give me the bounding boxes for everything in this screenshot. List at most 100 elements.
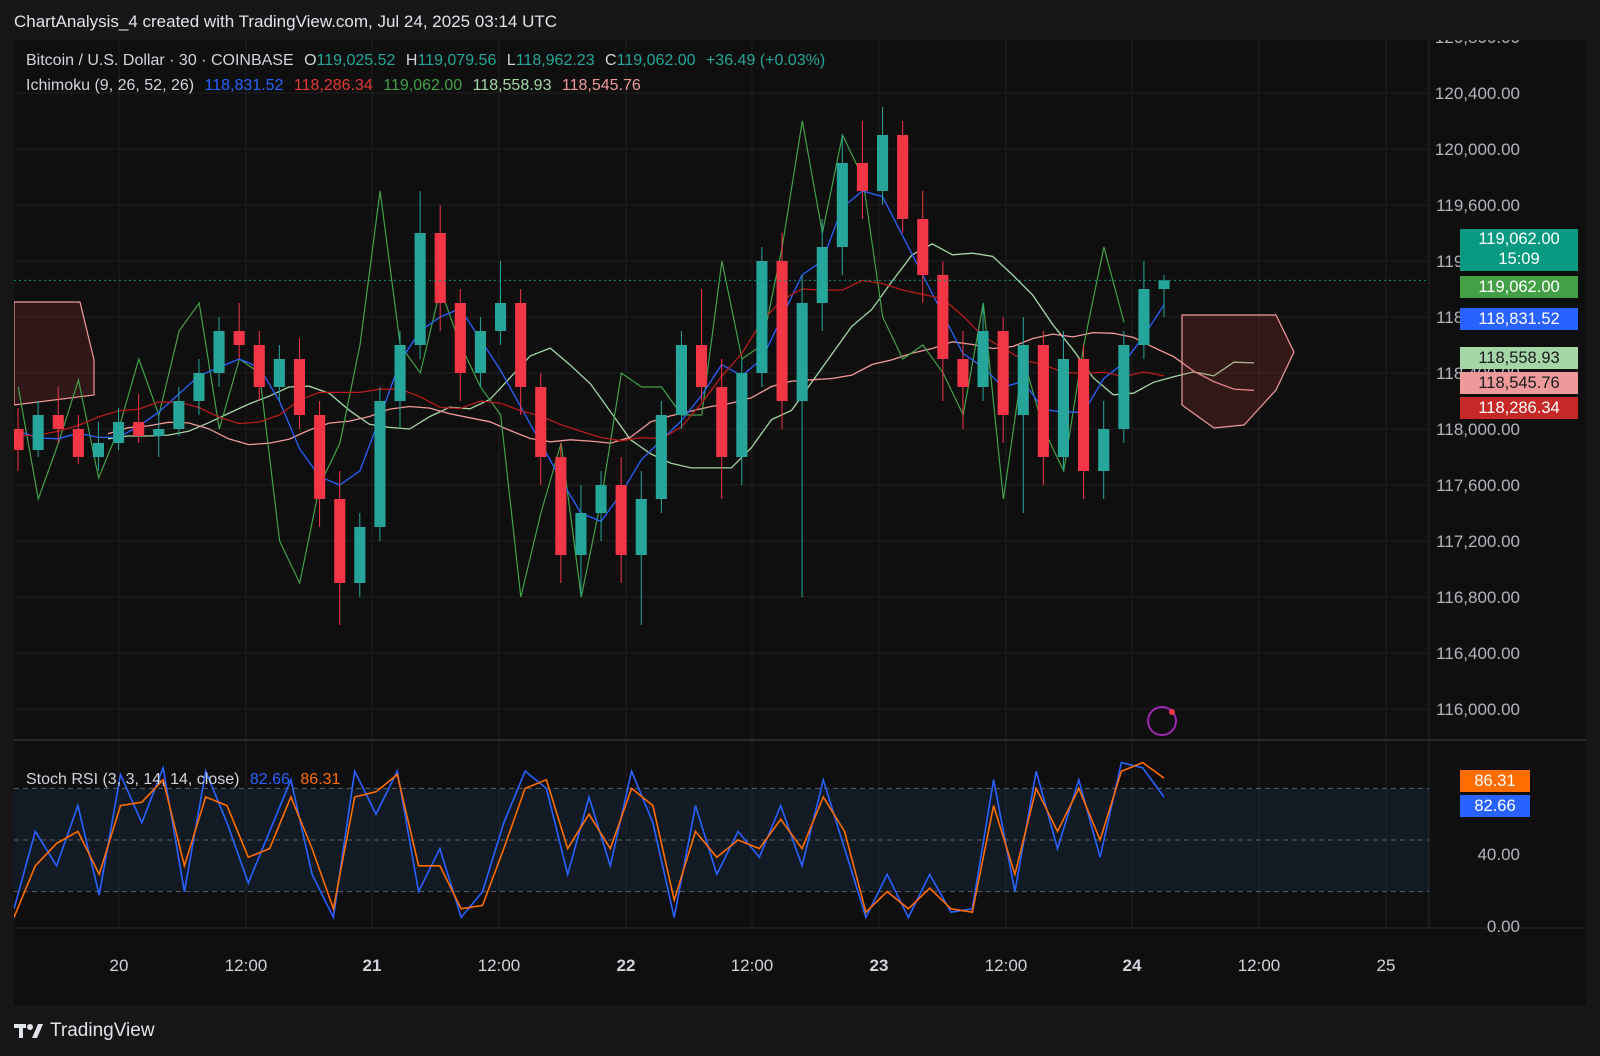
candle-body <box>394 345 406 401</box>
low-label: L <box>506 52 516 69</box>
tenkan-price-label: 118,831.52 <box>1460 308 1578 330</box>
y-tick-label: 117,600.00 <box>1436 476 1520 495</box>
x-tick-label: 24 <box>1123 956 1142 975</box>
kijun-value: 118,286.34 <box>293 77 373 94</box>
ichimoku-kijun <box>17 279 1165 442</box>
candle-body <box>434 233 446 303</box>
candle-body <box>856 163 868 191</box>
candle-body <box>1158 280 1170 289</box>
stoch-legend[interactable]: Stoch RSI (3, 3, 14, 14, close) 82.66 86… <box>26 771 346 789</box>
candle-body <box>575 513 587 555</box>
candle-body <box>696 345 708 387</box>
candle-body <box>113 422 125 443</box>
candle-body <box>12 429 24 450</box>
alert-dot-icon <box>1169 709 1175 715</box>
spanA-price-label: 118,558.93 <box>1460 347 1578 369</box>
candle-body <box>595 485 607 513</box>
candle-body <box>555 457 567 555</box>
x-tick-label: 20 <box>110 956 129 975</box>
spanB-value: 118,545.76 <box>561 77 641 94</box>
change-value: +36.49 (+0.03%) <box>705 52 826 69</box>
candle-body <box>515 303 527 387</box>
candle-body <box>414 233 426 345</box>
candle-body <box>635 499 647 555</box>
open-label: O <box>304 52 317 69</box>
x-tick-label: 22 <box>617 956 636 975</box>
past-cloud <box>13 301 95 406</box>
footer-brand[interactable]: TradingView <box>14 1020 155 1042</box>
candle-body <box>374 401 386 527</box>
candle-body <box>273 359 285 387</box>
ichimoku-tenkan <box>17 190 1165 523</box>
candle-body <box>816 247 828 303</box>
candle-body <box>32 415 44 450</box>
y-tick-label: 116,800.00 <box>1436 588 1520 607</box>
y-tick-label: 120,800.00 <box>1435 40 1520 47</box>
y-tick-label: 117,200.00 <box>1436 532 1520 551</box>
low-value: 118,962.23 <box>515 52 595 69</box>
countdown-text: 15:09 <box>1498 250 1540 268</box>
candle-body <box>133 422 145 436</box>
stoch-k-label: 82.66 <box>1460 795 1530 817</box>
candle-body <box>836 163 848 247</box>
candle-body <box>736 373 748 457</box>
candle-body <box>72 429 84 457</box>
price-chart-svg[interactable]: 120,800.00 120,400.00 120,000.00 119,600.00… <box>12 28 1586 1005</box>
future-cloud <box>1181 314 1295 429</box>
symbol-legend[interactable]: Bitcoin / U.S. Dollar · 30 · COINBASE O1… <box>26 52 831 70</box>
open-value: 119,025.52 <box>316 52 396 69</box>
stoch-k-value: 82.66 <box>249 771 290 788</box>
candle-body <box>957 359 969 387</box>
tenkan-value: 118,831.52 <box>204 77 284 94</box>
candle-body <box>655 415 667 499</box>
candle-body <box>997 331 1009 415</box>
high-value: 119,079.56 <box>417 52 497 69</box>
candle-body <box>213 331 225 373</box>
candle-body <box>897 135 909 219</box>
chikou-price-label: 119,062.00 <box>1460 276 1578 298</box>
candle-body <box>454 303 466 373</box>
candle-body <box>153 429 165 436</box>
y-tick-label: 116,400.00 <box>1436 644 1520 663</box>
candle-body <box>1037 345 1049 457</box>
candle-body <box>1118 345 1130 429</box>
high-label: H <box>405 52 418 69</box>
candle-body <box>495 303 507 331</box>
candle-body <box>877 135 889 191</box>
y-tick-label: 120,000.00 <box>1435 140 1520 159</box>
x-tick-label: 25 <box>1377 956 1396 975</box>
candle-body <box>535 387 547 457</box>
candle-body <box>1057 359 1069 457</box>
kijun-price-label: 118,286.34 <box>1460 397 1578 419</box>
symbol-name: Bitcoin / U.S. Dollar · 30 · COINBASE <box>26 52 294 69</box>
spanB-price-label: 118,545.76 <box>1460 372 1578 394</box>
x-tick-label: 12:00 <box>985 956 1028 975</box>
ichimoku-legend[interactable]: Ichimoku (9, 26, 52, 26) 118,831.52 118,… <box>26 77 647 95</box>
stoch-band-fill <box>14 788 1429 892</box>
x-tick-label: 23 <box>870 956 889 975</box>
stoch-d-label: 86.31 <box>1460 770 1530 792</box>
header-bar: ChartAnalysis_4 created with TradingView… <box>0 0 1600 40</box>
candle-body <box>675 345 687 415</box>
candle-body <box>293 359 305 415</box>
candle-body <box>474 331 486 373</box>
last-price-text: 119,062.00 <box>1478 230 1560 248</box>
candle-body <box>796 303 808 401</box>
header-title: ChartAnalysis_4 created with TradingView… <box>14 12 558 31</box>
x-tick-label: 12:00 <box>1238 956 1281 975</box>
candle-body <box>1138 289 1150 345</box>
y-tick-label: 120,400.00 <box>1435 84 1520 103</box>
candle-body <box>92 443 104 457</box>
candle-body <box>776 261 788 401</box>
close-value: 119,062.00 <box>616 52 696 69</box>
close-label: C <box>605 52 617 69</box>
spanA-value: 118,558.93 <box>472 77 552 94</box>
candle-body <box>193 373 205 401</box>
y-tick-label: 119,600.00 <box>1436 196 1520 215</box>
x-tick-label: 12:00 <box>478 956 521 975</box>
chart-area[interactable]: 120,800.00 120,400.00 120,000.00 119,600.00… <box>12 28 1586 1005</box>
candle-body <box>334 499 346 583</box>
candle-body <box>314 415 326 499</box>
candle-body <box>937 275 949 359</box>
x-tick-label: 21 <box>363 956 382 975</box>
